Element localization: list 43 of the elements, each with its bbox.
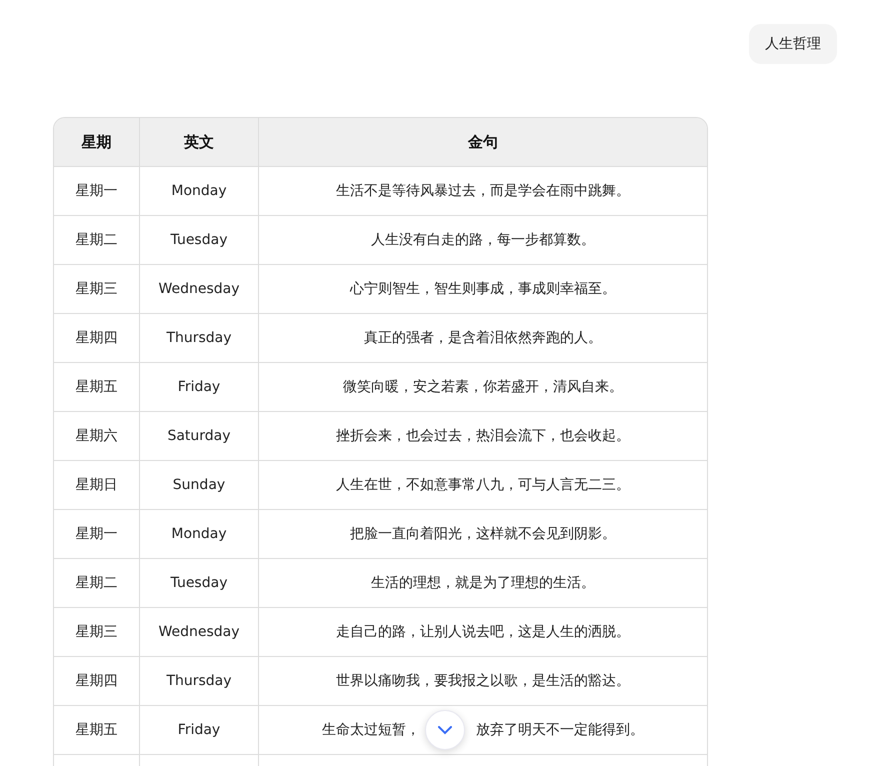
table-cell-text: 星期五 <box>74 378 118 397</box>
table-cell: Monday <box>139 167 258 215</box>
topic-chip: 人生哲理 <box>749 24 837 64</box>
table-cell: Wednesday <box>139 265 258 313</box>
table-cell-text: 星期二 <box>74 574 118 593</box>
quote-text: 走自己的路，让别人说去吧，这是人生的洒脱。 <box>336 623 630 641</box>
column-header: 金句 <box>258 118 707 166</box>
table-cell-text: 星期三 <box>74 623 118 642</box>
table-cell-text: 星期一 <box>74 525 118 544</box>
table-cell-text: 星期五 <box>74 721 118 740</box>
table-cell: Sunday <box>139 461 258 509</box>
quote-text: 放弃了明天不一定能得到。 <box>476 721 644 739</box>
scroll-down-button[interactable] <box>425 710 465 750</box>
table-cell: Thursday <box>139 657 258 705</box>
quote-text: 把脸一直向着阳光，这样就不会见到阴影。 <box>350 525 616 543</box>
table-cell: Monday <box>139 510 258 558</box>
table-cell-text: 星期六 <box>74 427 118 446</box>
table-cell-text: 星期三 <box>74 280 118 299</box>
quote-text: 生活的理想，就是为了理想的生活。 <box>371 574 595 592</box>
quote-text: 真正的强者，是含着泪依然奔跑的人。 <box>364 329 602 347</box>
table-cell: Tuesday <box>139 559 258 607</box>
quote-text: 生活不是等待风暴过去，而是学会在雨中跳舞。 <box>336 182 630 200</box>
quote-text: 人生没有白走的路，每一步都算数。 <box>371 231 595 249</box>
column-header: 英文 <box>139 118 258 166</box>
table-cell-text: 星期日 <box>74 476 118 495</box>
table-cell-text: 星期一 <box>74 182 118 201</box>
table-cell-text: 星期四 <box>74 672 118 691</box>
table-cell-text: 星期二 <box>74 231 118 250</box>
quote-text: 世界以痛吻我，要我报之以歌，是生活的豁达。 <box>336 672 630 690</box>
table-cell: Friday <box>139 363 258 411</box>
column-header: 星期 <box>80 132 112 152</box>
table-cell: Tuesday <box>139 216 258 264</box>
table-cell: Friday <box>139 706 258 754</box>
quote-text: 心宁则智生，智生则事成，事成则幸福至。 <box>350 280 616 298</box>
quote-text: 微笑向暖，安之若素，你若盛开，清风自来。 <box>343 378 623 396</box>
table-cell: Wednesday <box>139 608 258 656</box>
quote-text: 人生在世，不如意事常八九，可与人言无二三。 <box>336 476 630 494</box>
table-cell: Thursday <box>139 314 258 362</box>
chevron-down-icon <box>438 726 452 734</box>
table-cell-text: 星期四 <box>74 329 118 348</box>
quote-text: 生命太过短暂， <box>322 721 420 739</box>
quote-text: 挫折会来，也会过去，热泪会流下，也会收起。 <box>336 427 630 445</box>
table-cell: Saturday <box>139 412 258 460</box>
